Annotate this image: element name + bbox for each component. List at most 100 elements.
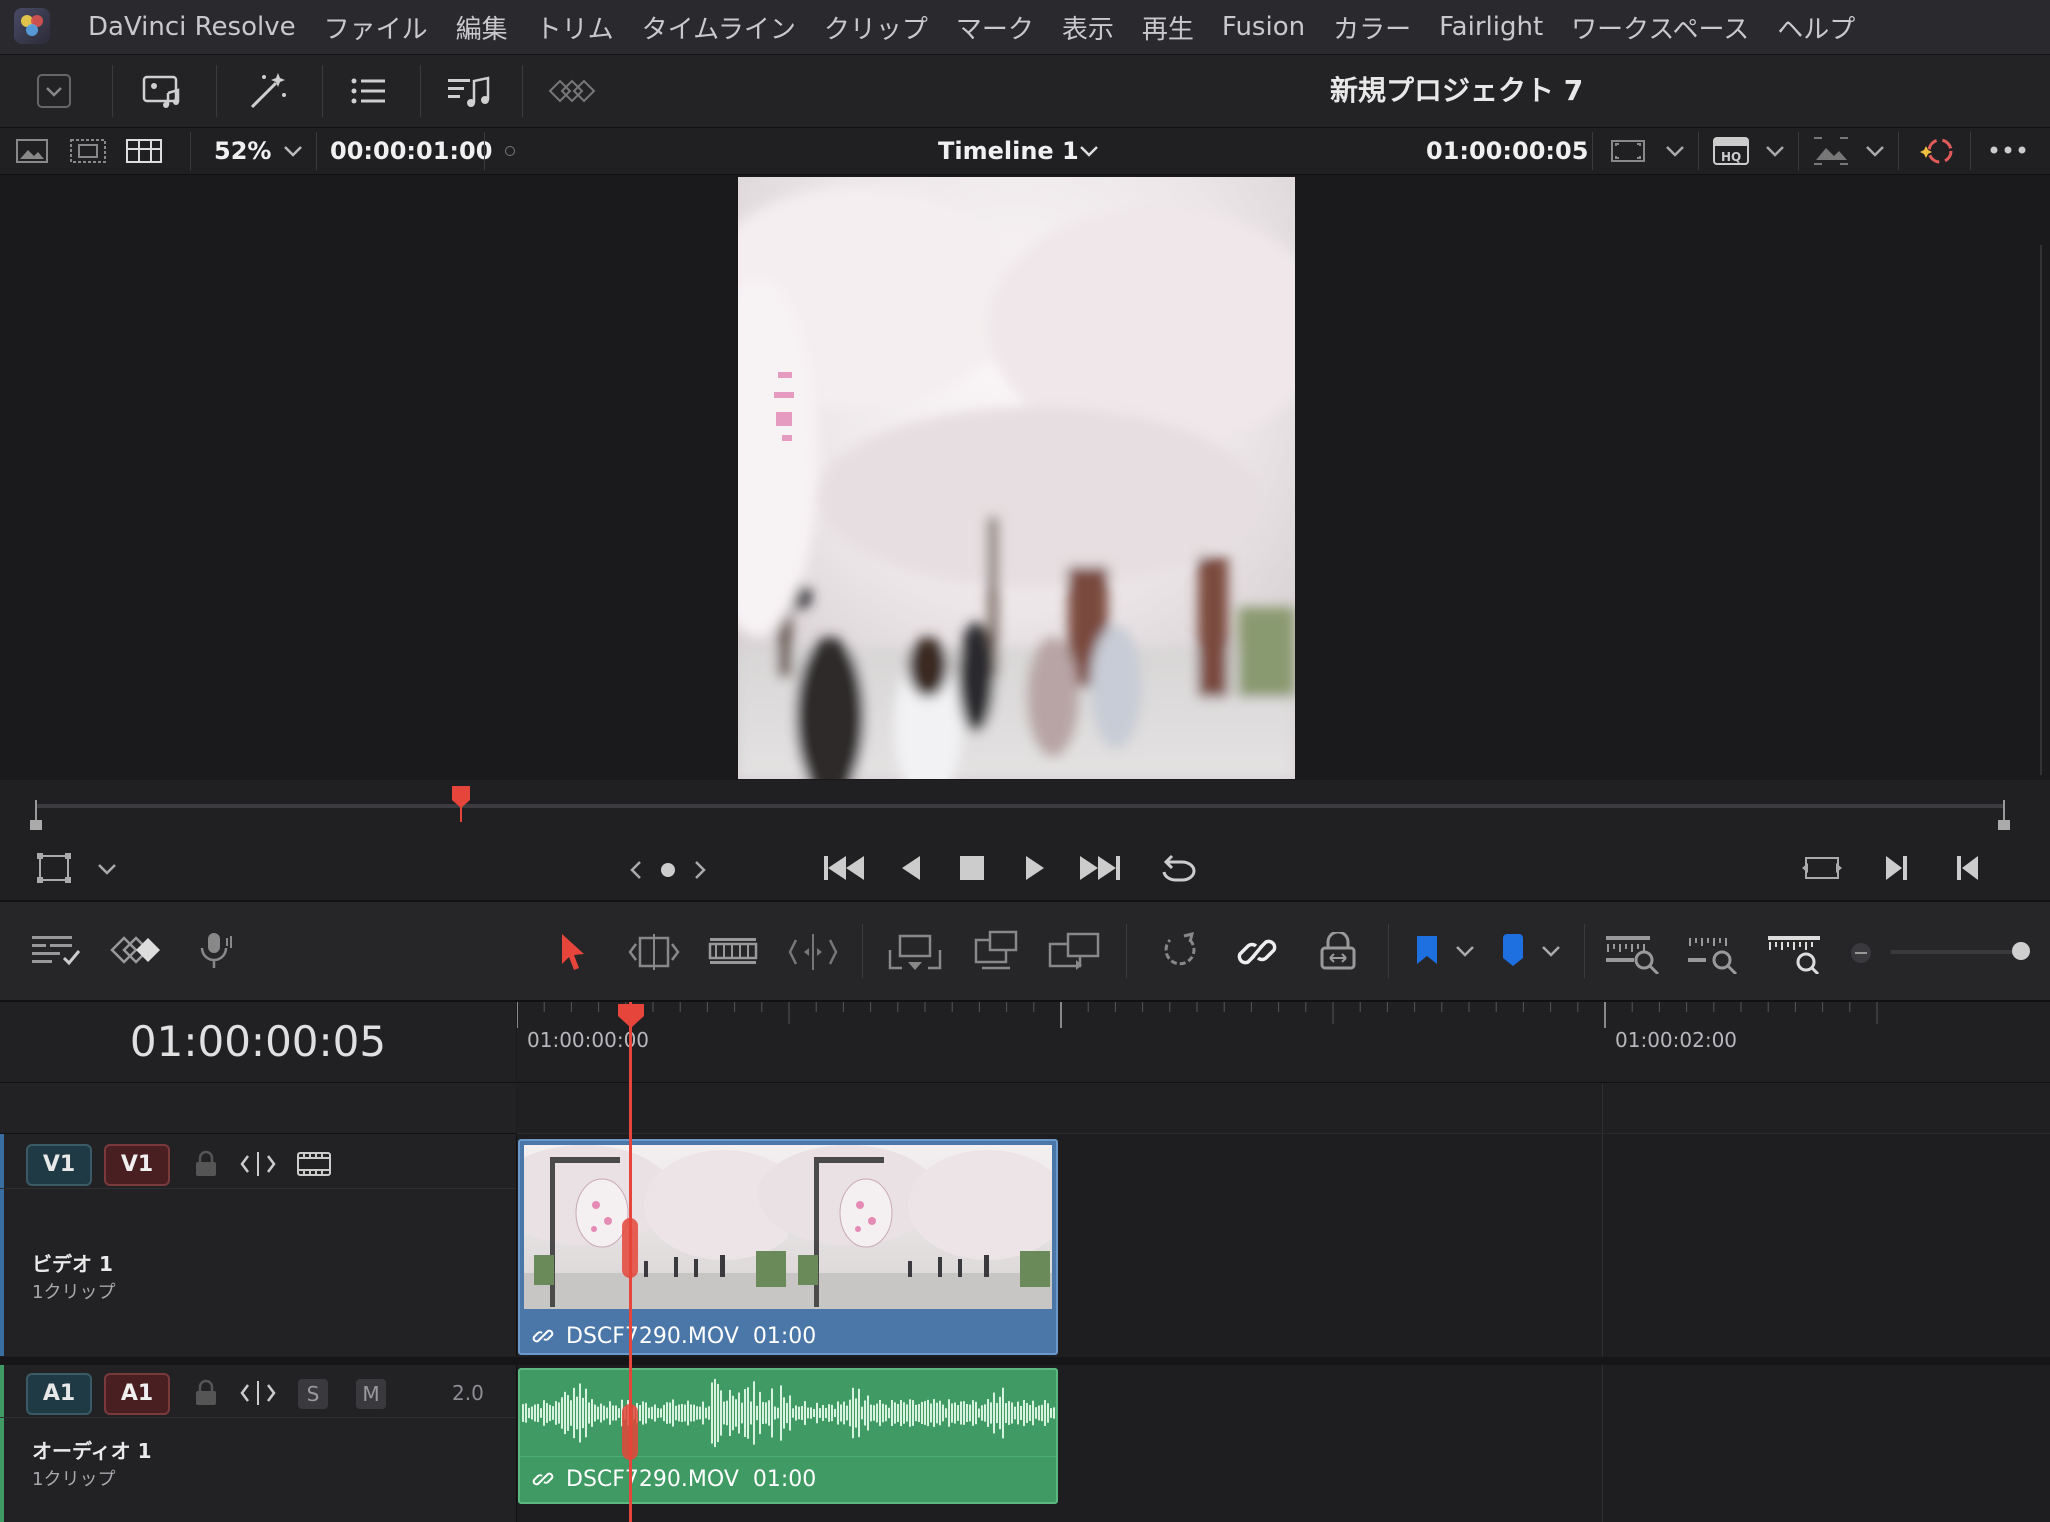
edit-index-list-icon[interactable] [346,69,390,113]
loop-icon[interactable] [1156,850,1200,890]
video-track-header[interactable]: V1 V1 ビデオ 1 1クリップ [0,1134,517,1356]
viewer-frame[interactable] [738,177,1295,779]
previous-edit-icon[interactable] [1954,854,1982,886]
audio-channel-format: 2.0 [452,1381,484,1405]
overwrite-clip-icon[interactable] [972,930,1022,978]
blade-edit-icon[interactable] [786,932,840,976]
flag-blue-icon[interactable] [1414,934,1440,972]
timeline-toolbar [0,902,2050,1002]
linked-selection-icon[interactable] [1236,932,1278,976]
zoom-slider-track[interactable] [1890,950,2020,954]
overlay-chevron-icon[interactable] [1864,142,1886,164]
timeline-timecode[interactable]: 01:00:00:05 [0,1002,516,1082]
replace-clip-icon[interactable] [1046,930,1106,978]
video-clip-count: 1クリップ [32,1282,116,1303]
viewer-size-chevron-icon[interactable] [1664,142,1686,164]
timeline-view-options-icon[interactable] [30,932,82,972]
collapse-dropdown-icon[interactable] [32,69,76,113]
zoom-detail-icon[interactable] [1686,932,1744,978]
timeline-name[interactable]: Timeline 1 [938,128,1079,174]
menu-color[interactable]: カラー [1319,9,1425,46]
audio-auto-select-icon[interactable] [240,1379,276,1411]
zoom-out-icon[interactable] [1850,942,1872,968]
app-name[interactable]: DaVinci Resolve [74,12,310,42]
timeline-playhead-handle[interactable] [616,1002,646,1034]
marker-blue-icon[interactable] [1500,934,1526,972]
video-enable-filmstrip-icon[interactable] [296,1150,332,1182]
davinci-logo-icon[interactable] [14,8,50,44]
audio-source-tag[interactable]: A1 [26,1373,92,1415]
timeline-ruler[interactable]: 01:00:00:00 01:00:02:00 [517,1002,2050,1083]
image-view-icon[interactable] [16,138,48,168]
zoom-custom-icon[interactable] [1766,932,1824,978]
flag-chevron-icon[interactable] [1454,942,1476,964]
match-frame-icon[interactable] [1800,852,1844,888]
menu-mark[interactable]: マーク [942,9,1048,46]
menu-fairlight[interactable]: Fairlight [1425,12,1557,42]
audio-dest-tag[interactable]: A1 [104,1373,170,1415]
trim-edit-icon[interactable] [626,932,682,976]
svg-text:HQ: HQ [1721,150,1741,164]
list-view-icon[interactable] [126,138,162,168]
zoom-level[interactable]: 52% [214,128,271,174]
zoom-full-icon[interactable] [1604,932,1662,978]
video-track-name[interactable]: ビデオ 1 [32,1248,113,1277]
audio-solo-button[interactable]: S [298,1379,328,1409]
hq-chevron-icon[interactable] [1764,142,1786,164]
video-clip[interactable]: DSCF7290.MOV 01:00 [518,1139,1058,1355]
marker-chevron-icon[interactable] [1540,942,1562,964]
menu-clip[interactable]: クリップ [810,9,942,46]
insert-clip-icon[interactable] [886,932,944,978]
effects-wand-icon[interactable] [246,69,290,113]
hq-playback-icon[interactable]: HQ [1712,136,1752,170]
zoom-chevron-down-icon[interactable] [282,142,304,164]
timeline-chevron-down-icon[interactable] [1078,142,1100,164]
transform-icon[interactable] [36,852,72,888]
voiceover-mic-icon[interactable] [196,930,236,974]
audio-clip[interactable]: DSCF7290.MOV 01:00 [518,1368,1058,1504]
menu-workspace[interactable]: ワークスペース [1557,9,1763,46]
transitions-toolbar-icon[interactable] [108,934,164,970]
menu-playback[interactable]: 再生 [1128,9,1208,46]
menu-file[interactable]: ファイル [310,9,442,46]
menu-trim[interactable]: トリム [522,9,628,46]
viewer-size-icon[interactable] [1610,138,1646,168]
jog-control-icon[interactable] [628,856,708,888]
audio-track-name[interactable]: オーディオ 1 [32,1435,151,1464]
menu-view[interactable]: 表示 [1048,9,1128,46]
next-edit-icon[interactable] [1882,854,1910,886]
video-dest-tag[interactable]: V1 [104,1144,170,1186]
menu-fusion[interactable]: Fusion [1208,12,1319,42]
sound-library-icon[interactable] [446,69,490,113]
video-source-tag[interactable]: V1 [26,1144,92,1186]
selection-arrow-icon[interactable] [558,932,588,976]
project-title: 新規プロジェクト 7 [1330,74,1584,107]
menu-timeline[interactable]: タイムライン [628,9,810,46]
menu-help[interactable]: ヘルプ [1763,9,1869,46]
transitions-icon[interactable] [548,69,598,113]
filmstrip-view-icon[interactable] [70,138,106,168]
go-to-start-icon[interactable] [822,850,866,890]
overlay-icon[interactable] [1812,136,1850,170]
scrubber-bar[interactable] [0,780,2050,840]
color-magic-icon[interactable] [1920,136,1954,170]
zoom-slider-handle[interactable] [2012,942,2030,960]
menu-edit[interactable]: 編集 [442,9,522,46]
media-pool-icon[interactable] [140,69,184,113]
audio-track-header[interactable]: A1 A1 S M 2.0 オーディオ 1 1クリップ [0,1365,517,1522]
stop-icon[interactable] [958,854,986,886]
transform-chevron-icon[interactable] [96,860,118,882]
audio-mute-button[interactable]: M [356,1379,386,1409]
go-to-end-icon[interactable] [1078,850,1122,890]
position-lock-icon[interactable] [1318,930,1358,976]
dynamic-trim-icon[interactable] [708,936,758,970]
video-auto-select-icon[interactable] [240,1150,276,1182]
play-reverse-icon[interactable] [898,852,924,888]
video-lock-icon[interactable] [194,1150,218,1182]
snapping-icon[interactable] [1160,931,1200,976]
audio-lock-icon[interactable] [194,1379,218,1411]
play-icon[interactable] [1022,852,1048,888]
source-timecode[interactable]: 00:00:01:00 [330,128,492,174]
more-options-icon[interactable] [1988,140,2028,164]
viewer-scrollbar[interactable] [2040,245,2042,775]
